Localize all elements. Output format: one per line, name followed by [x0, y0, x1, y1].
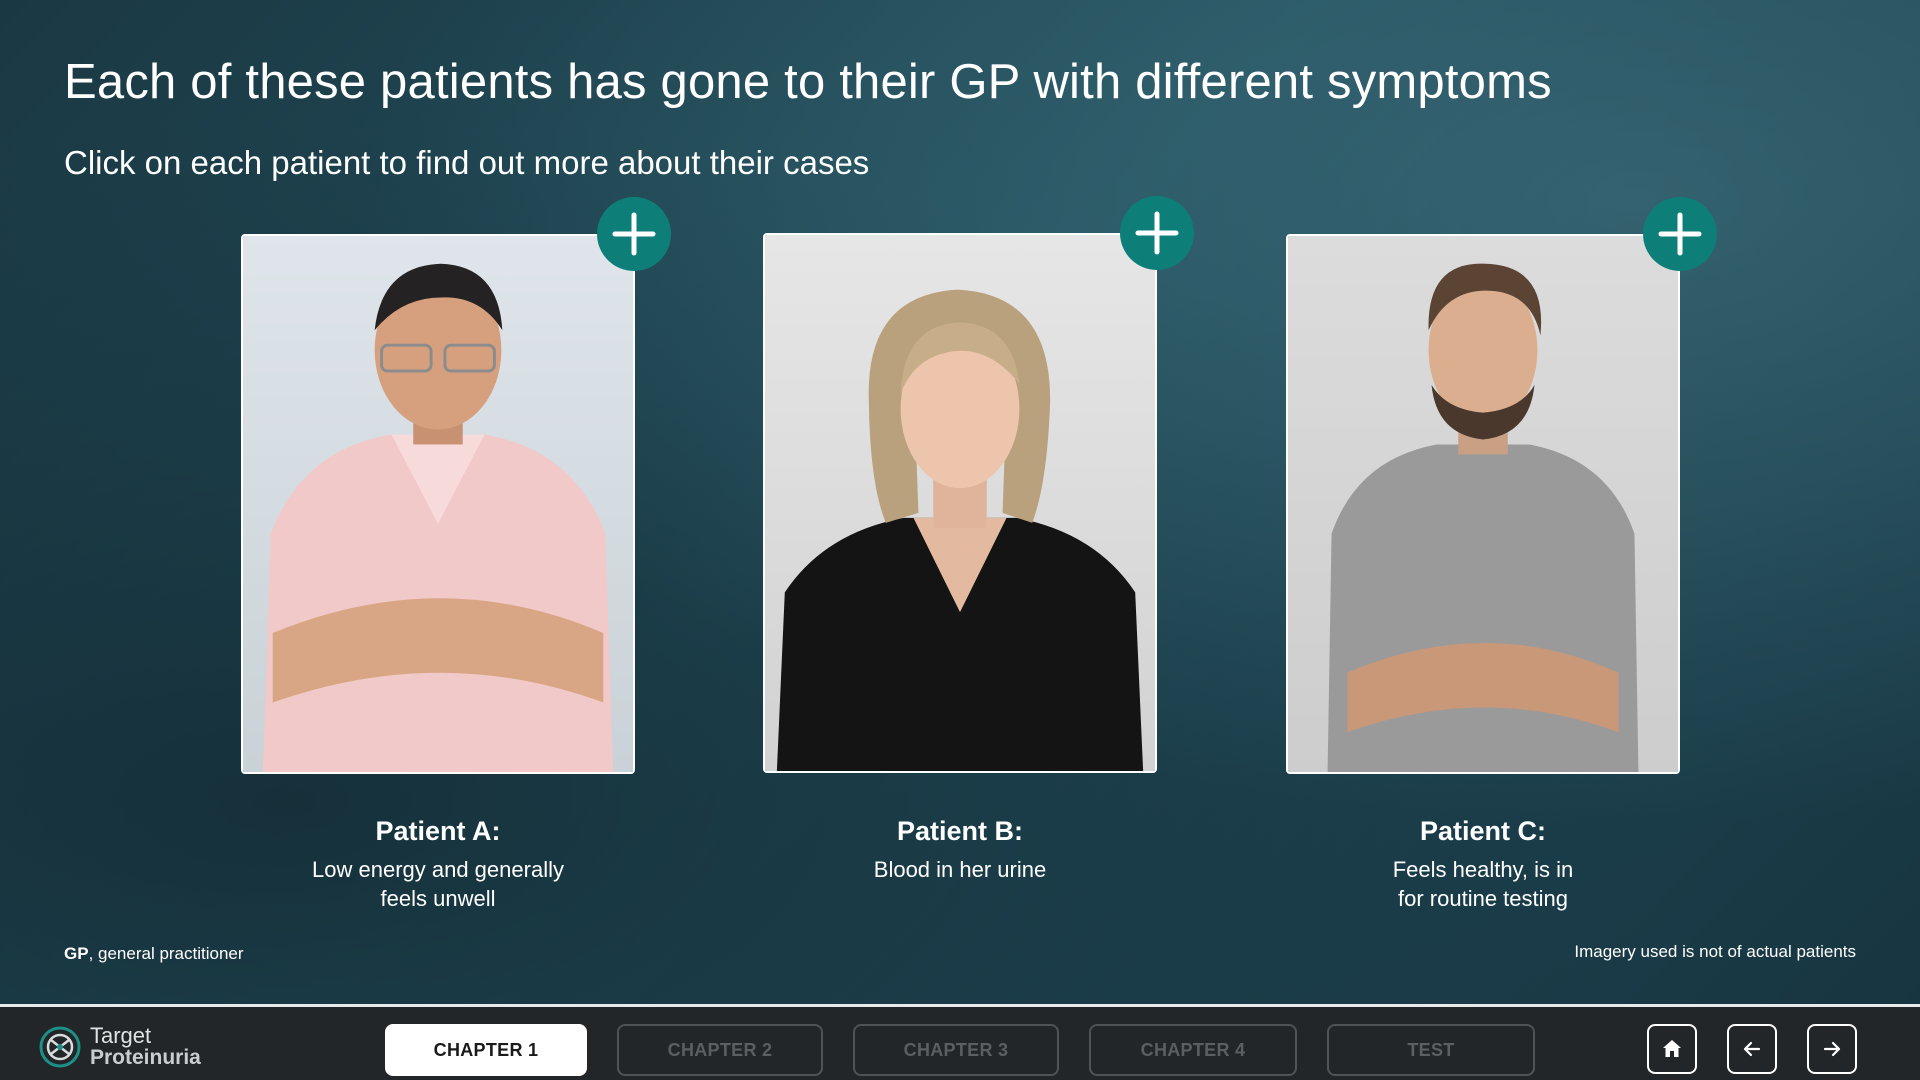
- page-title: Each of these patients has gone to their…: [64, 55, 1552, 109]
- abbreviation-definition: , general practitioner: [88, 944, 244, 963]
- slide-background: Each of these patients has gone to their…: [0, 0, 1920, 1004]
- home-icon: [1663, 1040, 1681, 1057]
- patient-c-name: Patient C:: [1419, 816, 1546, 846]
- bottom-navigation-bar: Target Proteinuria CHAPTER 1 CHAPTER 2 C…: [0, 1004, 1920, 1080]
- patient-c-caption: Patient C: Feels healthy, is in for rout…: [1286, 816, 1680, 913]
- patient-b-caption: Patient B: Blood in her urine: [763, 816, 1157, 884]
- patient-c-expand-button[interactable]: [1643, 197, 1717, 271]
- patient-a-name: Patient A:: [375, 816, 501, 846]
- forward-button[interactable]: [1807, 1024, 1857, 1074]
- patient-b-name: Patient B:: [896, 816, 1023, 846]
- patient-b-expand-button[interactable]: [1120, 196, 1194, 270]
- abbreviation-footnote: GP, general practitioner: [64, 944, 244, 964]
- logo-text-line1: Target: [90, 1023, 152, 1048]
- tab-chapter-1[interactable]: CHAPTER 1: [385, 1024, 587, 1076]
- imagery-disclaimer: Imagery used is not of actual patients: [1574, 942, 1856, 961]
- tab-chapter-2[interactable]: CHAPTER 2: [617, 1024, 823, 1076]
- logo: Target Proteinuria: [38, 1025, 201, 1069]
- plus-icon: [1658, 212, 1702, 256]
- patient-b-card[interactable]: [763, 233, 1157, 773]
- home-button[interactable]: [1647, 1024, 1697, 1074]
- plus-icon: [1135, 211, 1179, 255]
- patient-b-photo: [765, 235, 1155, 771]
- patient-a-description: Low energy and generally feels unwell: [312, 857, 564, 911]
- patient-a-expand-button[interactable]: [597, 197, 671, 271]
- tab-chapter-4[interactable]: CHAPTER 4: [1089, 1024, 1297, 1076]
- back-button[interactable]: [1727, 1024, 1777, 1074]
- patient-b-description: Blood in her urine: [873, 857, 1047, 882]
- abbreviation-term: GP: [64, 944, 89, 963]
- patient-a-photo: [243, 236, 633, 772]
- target-proteinuria-logo-icon: [39, 1026, 81, 1068]
- logo-text-line2: Proteinuria: [90, 1046, 201, 1069]
- patient-a-card[interactable]: [241, 234, 635, 774]
- patient-c-photo: [1288, 236, 1678, 772]
- arrow-right-icon: [1823, 1041, 1841, 1057]
- arrow-left-icon: [1743, 1041, 1761, 1057]
- patient-a-caption: Patient A: Low energy and generally feel…: [241, 816, 635, 913]
- tab-chapter-3[interactable]: CHAPTER 3: [853, 1024, 1059, 1076]
- tab-test[interactable]: TEST: [1327, 1024, 1535, 1076]
- patient-c-description: Feels healthy, is in for routine testing: [1392, 857, 1574, 911]
- plus-icon: [612, 212, 656, 256]
- patient-c-card[interactable]: [1286, 234, 1680, 774]
- page-subtitle: Click on each patient to find out more a…: [64, 144, 870, 181]
